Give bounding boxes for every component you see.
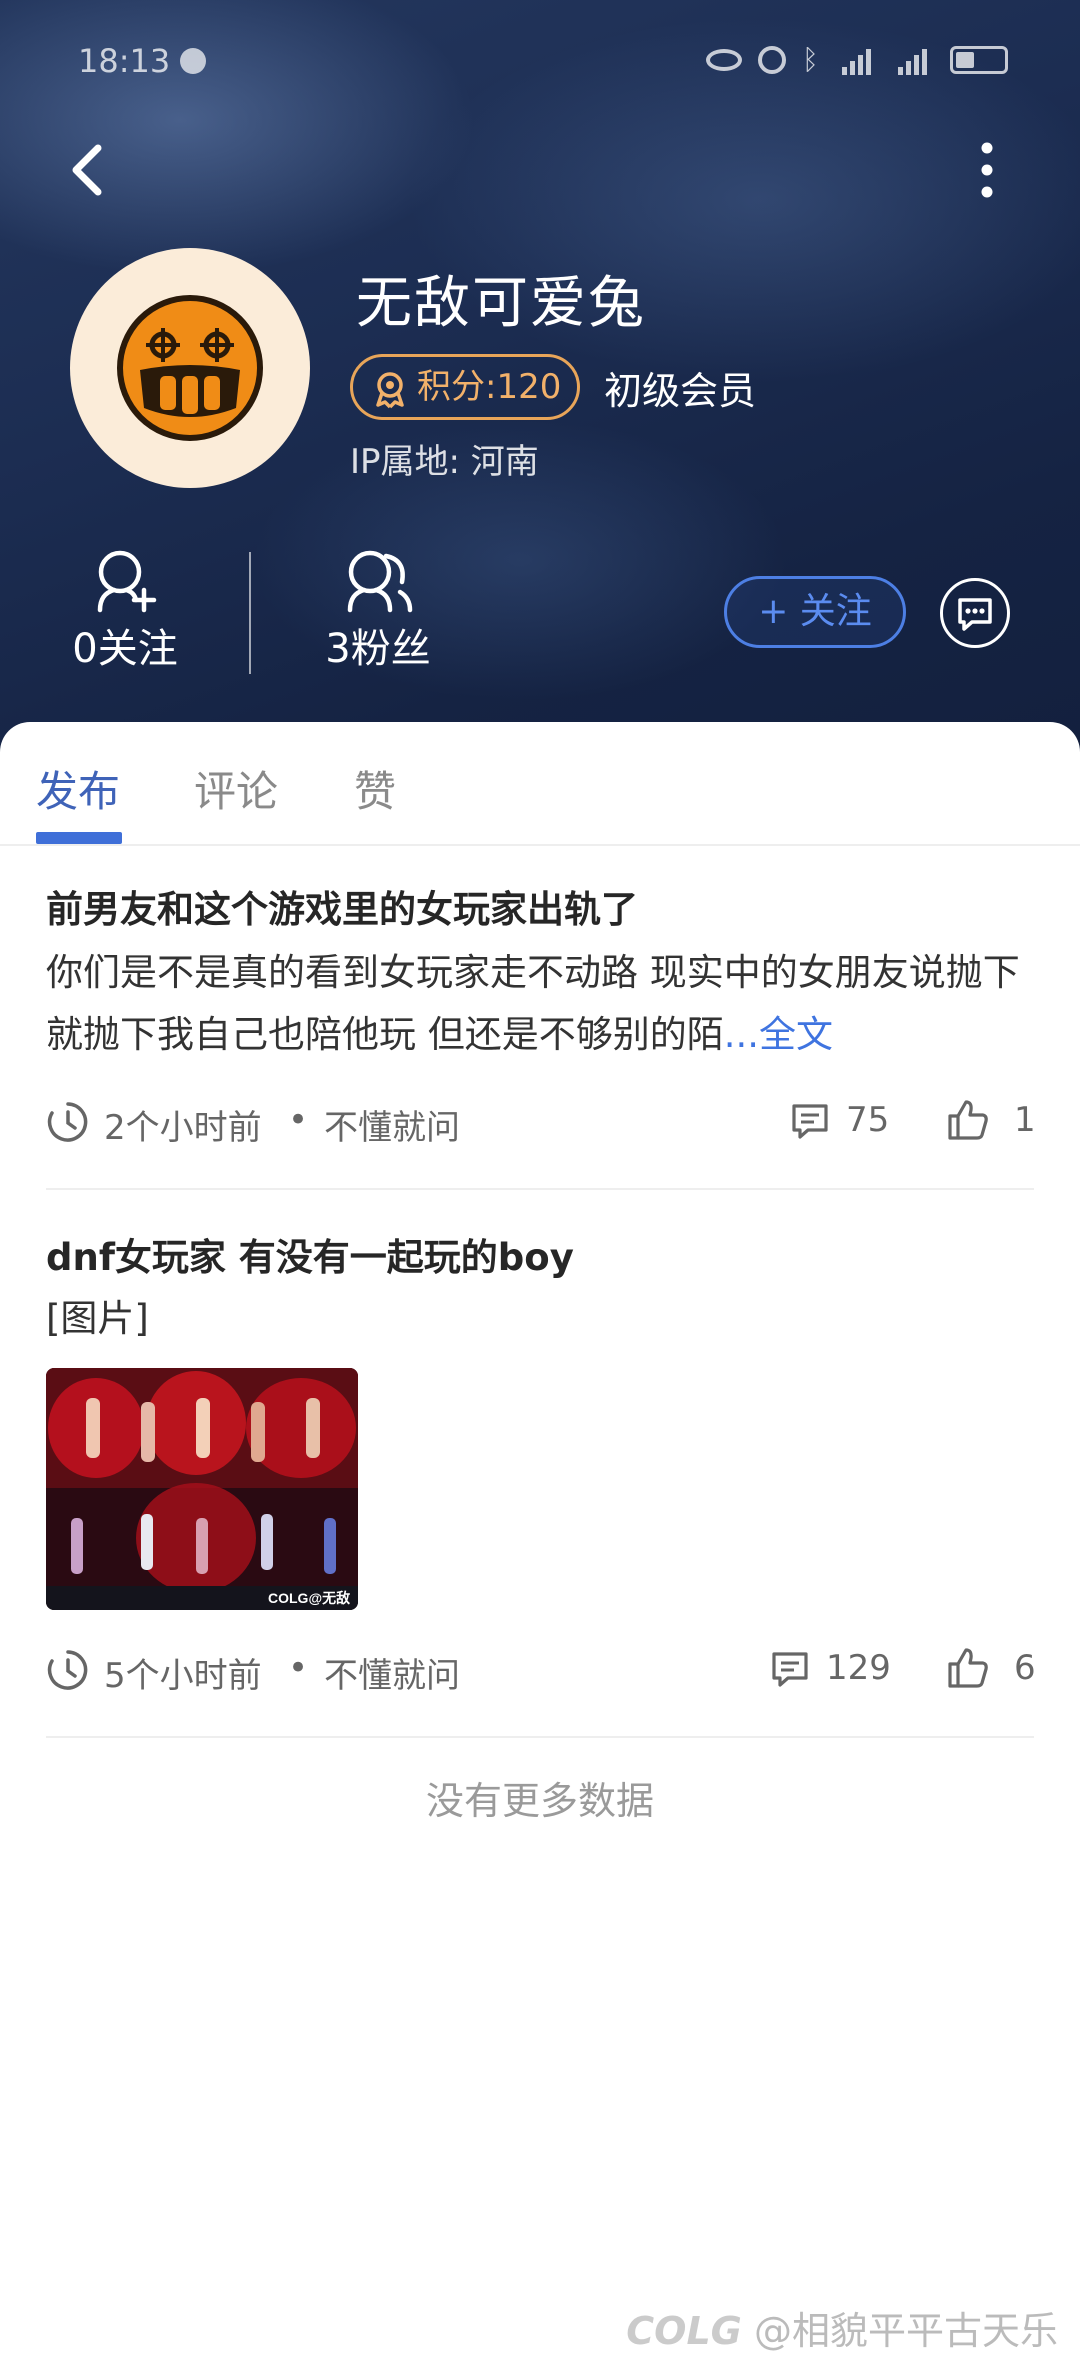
tab-indicator <box>36 832 122 844</box>
meta-separator: • <box>288 1100 309 1140</box>
message-button[interactable] <box>940 578 1010 648</box>
back-button[interactable] <box>60 138 120 202</box>
meta-separator: • <box>288 1648 309 1688</box>
watermark-text: @相貌平平古天乐 <box>753 2309 1058 2353</box>
users-icon <box>347 550 413 613</box>
post-body: [图片] <box>46 1297 149 1340</box>
clock-icon <box>47 1650 88 1690</box>
like-count[interactable]: 6 <box>1014 1648 1036 1688</box>
post-meta: 5个小时前 • 不懂就问 129 6 <box>46 1644 1036 1697</box>
member-level: 初级会员 <box>604 369 757 413</box>
post-time: 5个小时前 <box>104 1656 262 1696</box>
comment-icon <box>772 1652 808 1687</box>
tab-likes[interactable]: 赞 <box>354 758 396 819</box>
following-count: 0关注 <box>72 626 178 672</box>
post-title[interactable]: 前男友和这个游戏里的女玩家出轨了 <box>46 884 1034 936</box>
following-stat[interactable]: 0关注 <box>60 548 190 674</box>
avatar[interactable] <box>70 248 310 488</box>
post-item[interactable]: dnf女玩家 有没有一起玩的boy [图片] COLG@无敌 <box>46 1232 1034 1610</box>
post-category[interactable]: 不懂就问 <box>324 1100 460 1149</box>
image-caption: COLG@无敌 <box>268 1590 350 1606</box>
like-count[interactable]: 1 <box>1014 1100 1036 1140</box>
post-excerpt: 你们是不是真的看到女玩家走不动路 现实中的女朋友说抛下就抛下我自己也陪他玩 但还… <box>46 951 1020 1056</box>
user-add-icon <box>97 550 157 613</box>
post-category[interactable]: 不懂就问 <box>324 1648 460 1697</box>
score-label: 积分:120 <box>417 367 562 407</box>
comment-count[interactable]: 129 <box>826 1648 891 1688</box>
clock-icon <box>47 1102 88 1142</box>
post-meta: 2个小时前 • 不懂就问 75 1 <box>46 1096 1036 1149</box>
chevron-left-icon <box>72 144 102 196</box>
game-screenshot-image: COLG@无敌 <box>46 1368 358 1610</box>
post-title[interactable]: dnf女玩家 有没有一起玩的boy <box>46 1232 1034 1284</box>
status-time: 18:13 <box>78 42 171 80</box>
medal-icon <box>376 372 404 409</box>
post-time: 2个小时前 <box>104 1108 262 1148</box>
no-more-data-label: 没有更多数据 <box>425 1779 654 1823</box>
thumbs-up-icon <box>948 1100 988 1140</box>
tab-comments[interactable]: 评论 <box>194 758 278 819</box>
more-vertical-icon <box>981 142 993 198</box>
comment-count[interactable]: 75 <box>846 1100 889 1140</box>
status-icons: ᛒ <box>706 44 1008 76</box>
bluetooth-icon: ᛒ <box>802 43 819 76</box>
tab-posts[interactable]: 发布 <box>36 758 120 819</box>
follow-button[interactable]: + 关注 <box>724 576 906 648</box>
content-panel: 发布 评论 赞 前男友和这个游戏里的女玩家出轨了 你们是不是真的看到女玩家走不动… <box>0 722 1080 2372</box>
score-badge[interactable]: 积分:120 <box>350 354 581 420</box>
battery-icon <box>950 46 1008 74</box>
comment-icon <box>792 1104 828 1139</box>
more-options-button[interactable] <box>962 138 1012 202</box>
ip-location: IP属地: 河南 <box>350 442 539 482</box>
fans-stat[interactable]: 3粉丝 <box>308 548 448 674</box>
signal-icon <box>838 45 878 75</box>
read-full-link[interactable]: ...全文 <box>724 1013 833 1056</box>
avatar-face-icon <box>117 295 263 441</box>
fans-count: 3粉丝 <box>325 626 431 672</box>
post-divider <box>46 1736 1034 1738</box>
post-image[interactable]: COLG@无敌 <box>46 1368 358 1610</box>
signal-icon-2 <box>894 45 934 75</box>
alarm-icon <box>758 46 786 74</box>
post-divider <box>46 1188 1034 1190</box>
watermark: COLG @相貌平平古天乐 <box>626 2300 1058 2355</box>
stats-divider <box>249 552 251 674</box>
tab-bar: 发布 评论 赞 <box>0 722 1080 846</box>
username: 无敌可爱兔 <box>356 271 646 336</box>
post-body: 你们是不是真的看到女玩家走不动路 现实中的女朋友说抛下就抛下我自己也陪他玩 但还… <box>46 942 1034 1066</box>
notification-icon <box>180 48 206 74</box>
post-item[interactable]: 前男友和这个游戏里的女玩家出轨了 你们是不是真的看到女玩家走不动路 现实中的女朋… <box>46 884 1034 1066</box>
eye-icon <box>706 49 742 71</box>
chat-icon <box>958 598 992 631</box>
watermark-logo: COLG <box>626 2309 742 2353</box>
thumbs-up-icon <box>948 1648 988 1688</box>
